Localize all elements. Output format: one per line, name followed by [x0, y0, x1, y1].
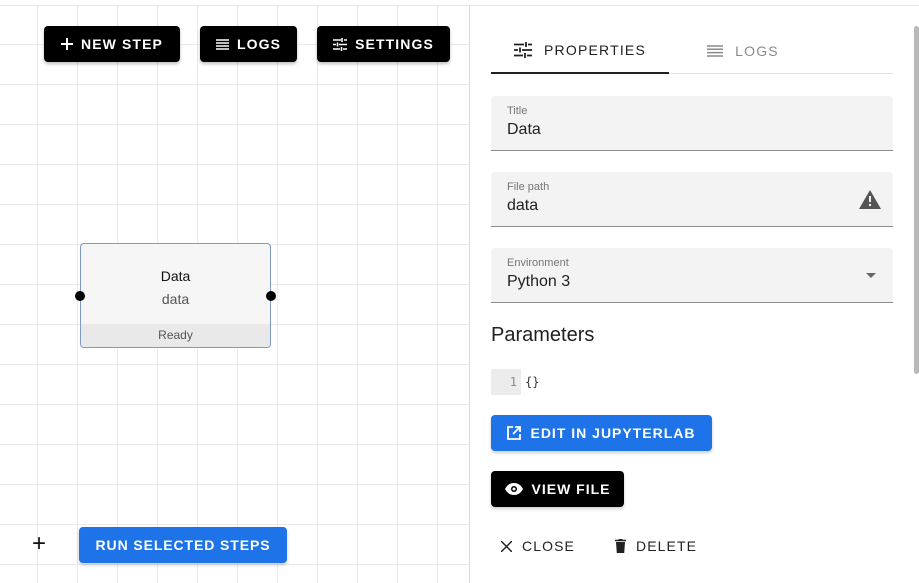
close-icon	[501, 540, 512, 552]
panel-tabs: PROPERTIES LOGS	[491, 28, 893, 74]
parameters-code[interactable]: {}	[521, 375, 539, 389]
panel-scrollbar[interactable]	[914, 26, 919, 374]
dropdown-arrow-icon[interactable]	[866, 273, 876, 278]
line-number: 1	[491, 369, 521, 395]
list-icon	[215, 38, 229, 50]
settings-label: SETTINGS	[355, 36, 434, 52]
tab-properties[interactable]: PROPERTIES	[491, 28, 669, 74]
step-details-panel: PROPERTIES LOGS Title Data File path dat…	[471, 6, 919, 583]
add-icon[interactable]: +	[28, 532, 50, 556]
environment-select-label: Environment	[507, 257, 569, 269]
file-path-field-value[interactable]: data	[507, 197, 538, 215]
title-field[interactable]: Title Data	[491, 96, 893, 151]
delete-button[interactable]: DELETE	[615, 531, 697, 561]
environment-select-value[interactable]: Python 3	[507, 273, 570, 291]
tune-icon	[514, 42, 532, 58]
top-border	[0, 0, 919, 6]
tab-logs-label: LOGS	[735, 43, 779, 59]
edit-in-jupyterlab-label: EDIT IN JUPYTERLAB	[530, 425, 696, 441]
delete-label: DELETE	[636, 538, 698, 554]
logs-button[interactable]: LOGS	[200, 26, 297, 62]
parameters-editor[interactable]: 1 {}	[491, 369, 539, 395]
title-field-label: Title	[507, 105, 528, 117]
new-step-button[interactable]: NEW STEP	[44, 26, 180, 62]
file-path-field[interactable]: File path data	[491, 172, 893, 227]
logs-label: LOGS	[236, 36, 282, 52]
pipeline-step-node[interactable]: Data data Ready	[75, 243, 276, 348]
plus-icon	[61, 38, 74, 50]
settings-button[interactable]: SETTINGS	[317, 26, 450, 62]
warning-icon	[859, 190, 881, 209]
run-selected-steps-button[interactable]: RUN SELECTED STEPS	[79, 527, 287, 563]
view-file-button[interactable]: VIEW FILE	[491, 471, 624, 507]
parameters-heading: Parameters	[491, 324, 595, 346]
eye-icon	[504, 483, 523, 495]
step-path: data	[161, 291, 190, 307]
edit-in-jupyterlab-button[interactable]: EDIT IN JUPYTERLAB	[491, 415, 712, 451]
tab-properties-label: PROPERTIES	[544, 42, 646, 58]
step-title: Data	[160, 268, 191, 284]
close-label: CLOSE	[522, 538, 575, 554]
file-path-field-label: File path	[507, 181, 550, 193]
open-in-new-icon	[507, 426, 522, 440]
tune-icon	[333, 37, 348, 51]
title-field-value[interactable]: Data	[507, 121, 541, 139]
trash-icon	[615, 539, 626, 553]
close-button[interactable]: CLOSE	[501, 531, 575, 561]
list-icon	[707, 45, 724, 57]
environment-select[interactable]: Environment Python 3	[491, 248, 893, 303]
new-step-label: NEW STEP	[81, 36, 163, 52]
step-status: Ready	[81, 324, 270, 347]
tab-logs[interactable]: LOGS	[669, 28, 817, 74]
pipeline-canvas[interactable]: NEW STEP LOGS SETTINGS Data data Ready +…	[0, 6, 470, 583]
view-file-label: VIEW FILE	[531, 481, 611, 497]
